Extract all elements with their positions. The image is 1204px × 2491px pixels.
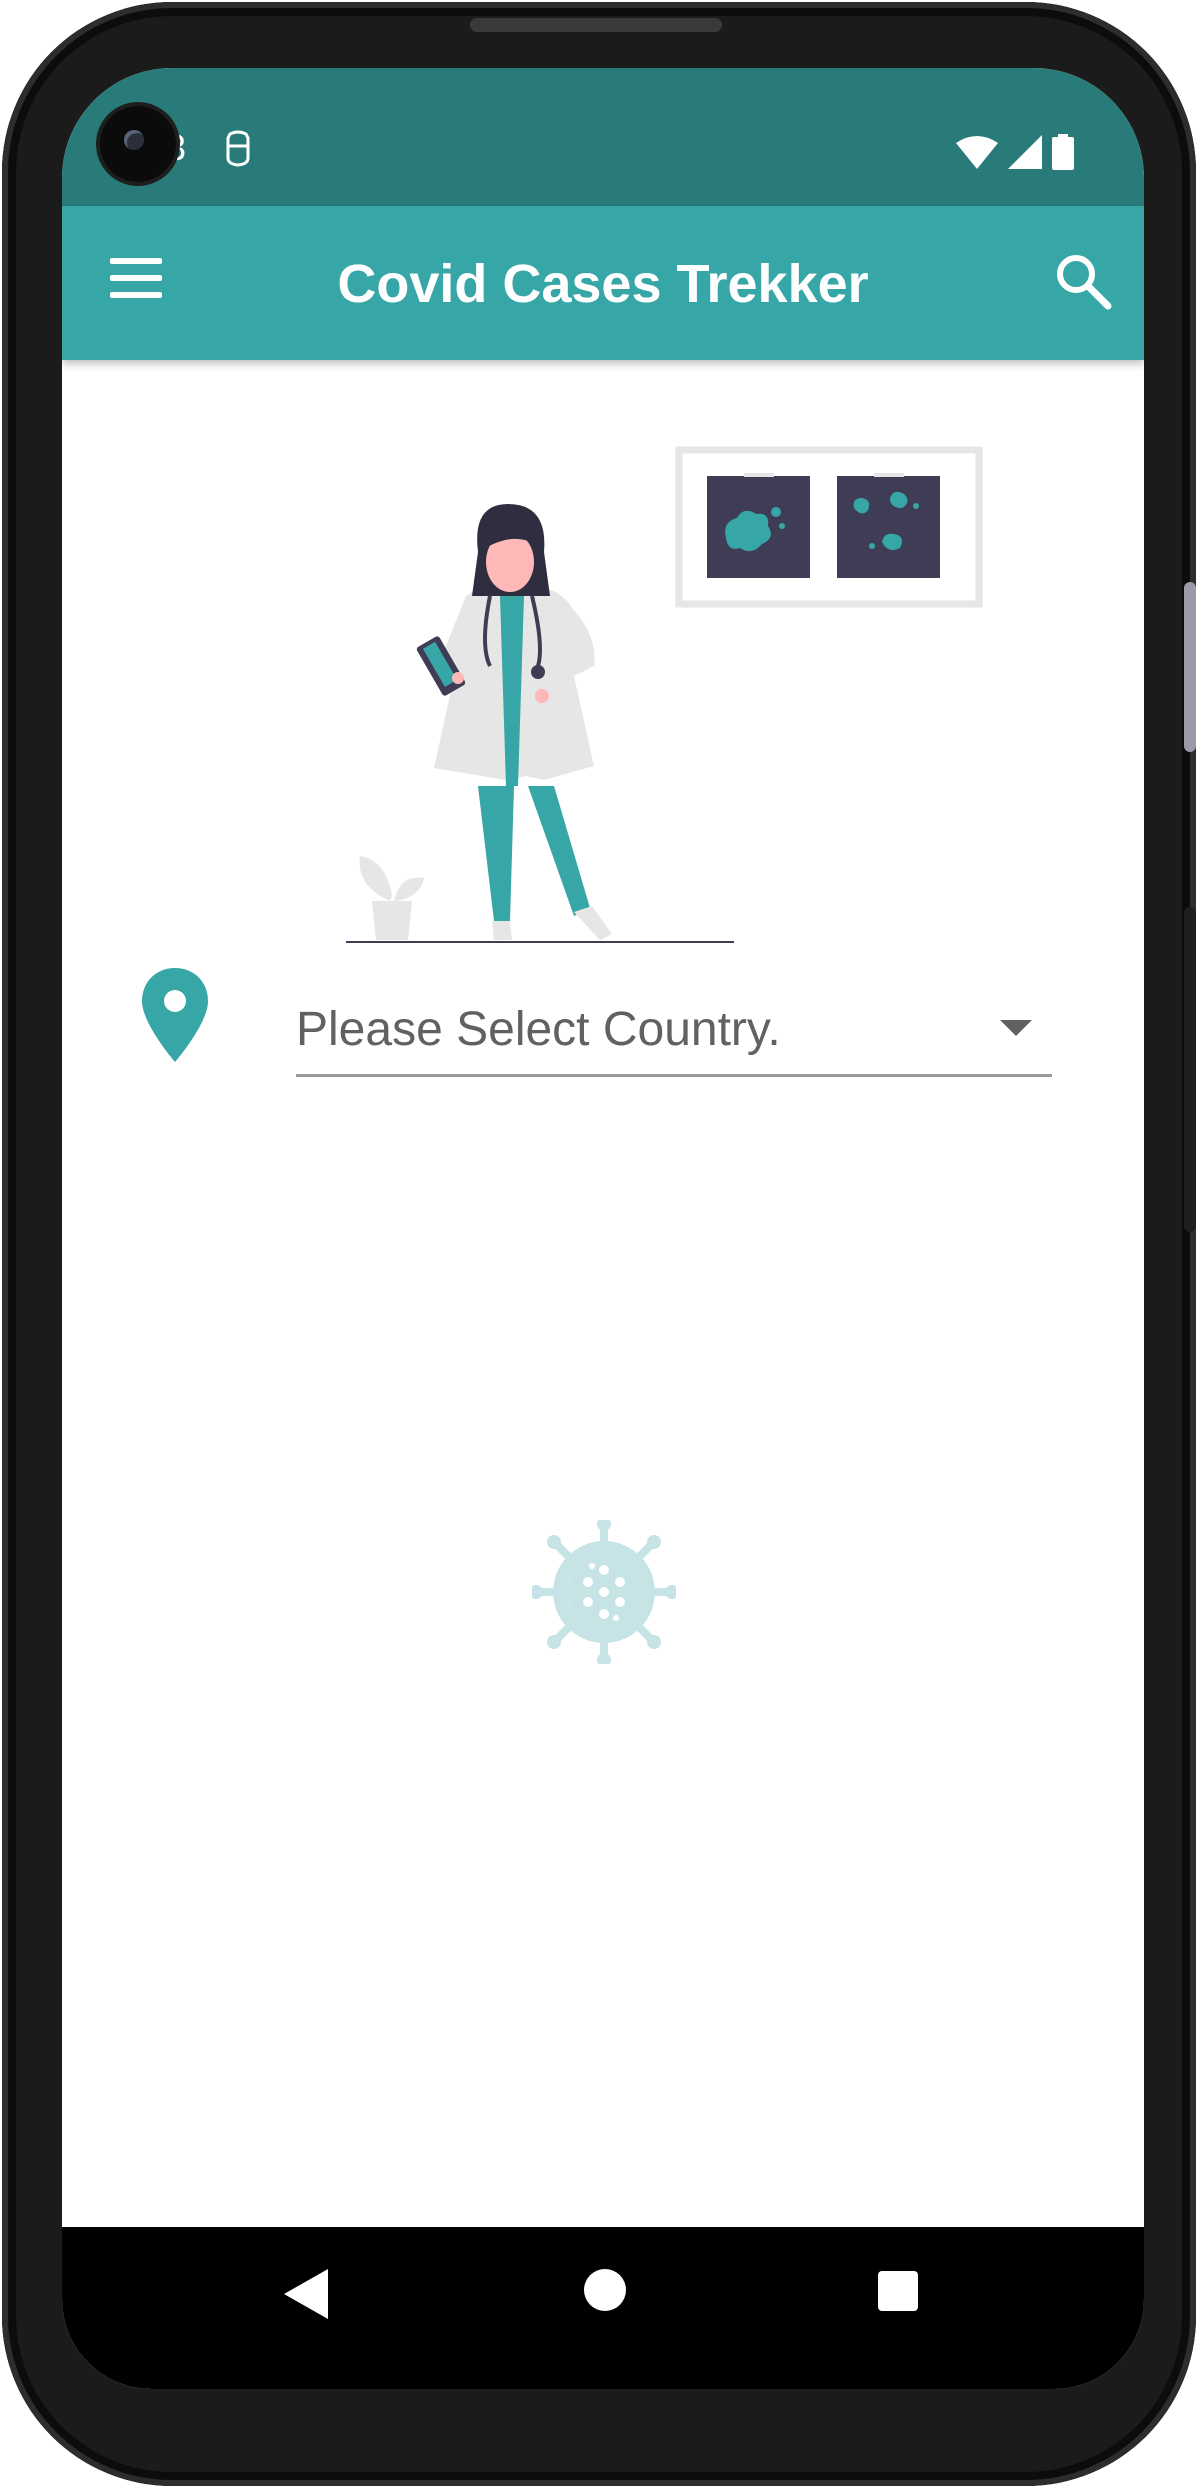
home-icon[interactable]	[584, 2269, 626, 2311]
earpiece-speaker	[470, 18, 722, 32]
app-bar: Covid Cases Trekker	[62, 206, 1144, 360]
power-button	[1184, 907, 1196, 1232]
back-icon[interactable]	[284, 2269, 328, 2319]
phone-frame: 3 Covid Cases Trekker Please Select Coun…	[2, 2, 1196, 2486]
country-select[interactable]: Please Select Country.	[296, 968, 1052, 1077]
country-select-value: Please Select Country.	[296, 1003, 781, 1056]
recents-icon[interactable]	[878, 2271, 918, 2311]
screen: 3 Covid Cases Trekker Please Select Coun…	[62, 68, 1144, 2389]
search-icon[interactable]	[1054, 252, 1112, 310]
front-camera	[100, 106, 176, 182]
cell-signal-icon	[1008, 135, 1042, 169]
wifi-icon	[956, 136, 998, 169]
location-pin-icon	[142, 968, 208, 1062]
status-icons	[956, 132, 1074, 172]
app-title: Covid Cases Trekker	[337, 254, 869, 314]
virus-icon	[532, 1520, 676, 1664]
system-nav-bar	[62, 2227, 1144, 2389]
battery-icon	[1052, 134, 1074, 170]
status-bar: 3	[62, 68, 1144, 206]
dropdown-arrow-icon	[1000, 1020, 1032, 1036]
volume-button	[1184, 582, 1196, 752]
doctor-illustration	[346, 446, 983, 943]
notification-app-icon	[226, 130, 250, 167]
